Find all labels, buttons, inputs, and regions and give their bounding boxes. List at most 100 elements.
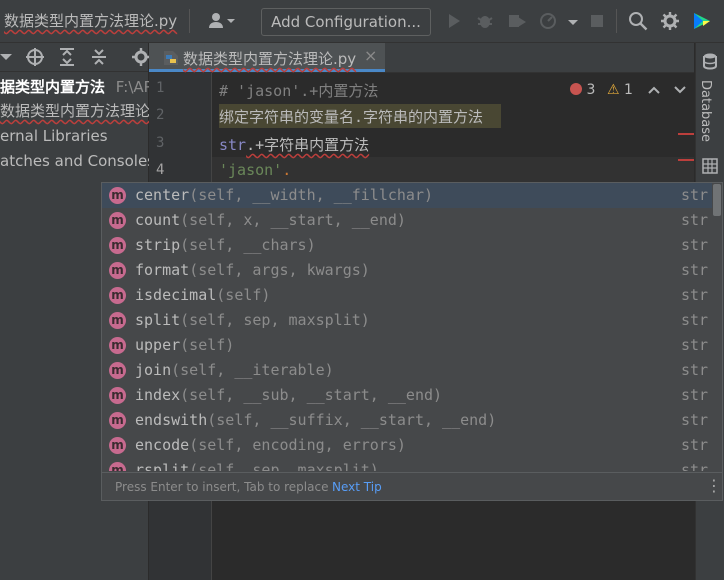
run-icon[interactable] — [443, 10, 465, 32]
sciview-icon[interactable] — [702, 158, 718, 178]
database-icon[interactable] — [702, 52, 718, 74]
method-name: center — [135, 186, 190, 204]
builtin-name: str — [219, 136, 247, 154]
error-stripe-marker[interactable] — [678, 159, 694, 161]
python-file-icon — [162, 49, 180, 71]
method-name: upper — [135, 336, 181, 354]
method-params: (self, __chars) — [180, 236, 316, 254]
completion-item-label: index(self, __sub, __start, __end) — [135, 386, 442, 404]
profile-icon[interactable] — [538, 10, 560, 32]
settings-icon[interactable] — [659, 10, 681, 32]
user-icon[interactable] — [206, 10, 236, 32]
chevron-up-icon[interactable] — [647, 83, 661, 101]
method-icon: m — [109, 237, 126, 254]
completion-item[interactable]: m rsplit(self, sep, maxsplit) str — [102, 458, 712, 471]
completion-item[interactable]: m endswith(self, __suffix, __start, __end… — [102, 408, 712, 433]
completion-item[interactable]: m index(self, __sub, __start, __end) str — [102, 383, 712, 408]
jetbrains-icon[interactable] — [691, 10, 713, 32]
completion-item-type: str — [681, 186, 709, 204]
method-params: (self, __suffix, __start, __end) — [207, 411, 497, 429]
completion-item[interactable]: m upper(self) str — [102, 333, 712, 358]
chevron-down-icon[interactable] — [0, 50, 12, 68]
completion-item[interactable]: m isdecimal(self) str — [102, 283, 712, 308]
method-name: rsplit — [135, 461, 190, 471]
method-params: (self, x, __start, __end) — [180, 211, 406, 229]
method-icon: m — [109, 387, 126, 404]
completion-list: m center(self, __width, __fillchar) str m co… — [102, 183, 712, 471]
method-icon: m — [109, 187, 126, 204]
completion-item-type: str — [681, 361, 709, 379]
completion-item-label: rsplit(self, sep, maxsplit) — [135, 461, 379, 471]
completion-item[interactable]: m count(self, x, __start, __end) str — [102, 208, 712, 233]
completion-item-label: split(self, sep, maxsplit) — [135, 311, 370, 329]
tree-root-label: 据类型内置方法 — [0, 78, 106, 96]
method-icon: m — [109, 437, 126, 454]
file-title[interactable]: 数据类型内置方法理论.py — [4, 10, 177, 31]
completion-item-type: str — [681, 261, 709, 279]
method-params: (self, __iterable) — [171, 361, 334, 379]
stop-icon[interactable] — [586, 10, 608, 32]
method-name: encode — [135, 436, 190, 454]
tree-item-root[interactable]: 据类型内置方法 F:\APP — [0, 75, 162, 99]
warning-count[interactable]: ⚠ 1 — [607, 82, 633, 98]
next-tip-link[interactable]: Next Tip — [332, 480, 382, 494]
coverage-icon[interactable] — [506, 10, 528, 32]
tree-item-external-libraries[interactable]: ernal Libraries — [0, 124, 108, 148]
completion-item[interactable]: m format(self, args, kwargs) str — [102, 258, 712, 283]
method-params: (self, sep, maxsplit) — [180, 311, 370, 329]
completion-item[interactable]: m encode(self, encoding, errors) str — [102, 433, 712, 458]
database-tool-label[interactable]: Database — [698, 80, 713, 142]
method-icon: m — [109, 212, 126, 229]
code-line-1[interactable]: # 'jason'.+内置方法 — [219, 80, 378, 101]
code-line-2[interactable]: 绑定字符串的变量名.字符串的内置方法 — [219, 106, 483, 127]
completion-item[interactable]: m strip(self, __chars) str — [102, 233, 712, 258]
method-params: (self, __sub, __start, __end) — [180, 386, 443, 404]
collapse-all-icon[interactable] — [89, 47, 109, 71]
gear-icon[interactable] — [131, 47, 149, 71]
add-configuration-button[interactable]: Add Configuration... — [261, 8, 431, 36]
completion-item-label: strip(self, __chars) — [135, 236, 316, 254]
completion-item-label: endswith(self, __suffix, __start, __end) — [135, 411, 496, 429]
method-icon: m — [109, 337, 126, 354]
method-icon: m — [109, 312, 126, 329]
completion-scrollbar[interactable] — [713, 184, 721, 216]
completion-item[interactable]: m join(self, __iterable) str — [102, 358, 712, 383]
debug-icon[interactable] — [474, 10, 496, 32]
code-line-4[interactable]: 'jason'. — [219, 161, 291, 179]
completion-item[interactable]: m split(self, sep, maxsplit) str — [102, 308, 712, 333]
line-number: 3 — [156, 135, 165, 151]
locate-icon[interactable] — [25, 47, 45, 71]
expand-all-icon[interactable] — [57, 47, 77, 71]
completion-item-type: str — [681, 236, 709, 254]
chevron-down-icon[interactable] — [562, 10, 584, 32]
method-name: count — [135, 211, 181, 229]
method-icon: m — [109, 462, 126, 471]
toolbar-divider — [189, 9, 190, 33]
method-name: split — [135, 311, 181, 329]
tab-label: 数据类型内置方法理论.py — [183, 50, 357, 68]
method-icon: m — [109, 412, 126, 429]
error-count[interactable]: 3 — [570, 82, 595, 98]
completion-item[interactable]: m center(self, __width, __fillchar) str — [102, 183, 712, 208]
line-number: 1 — [156, 80, 165, 96]
completion-item-type: str — [681, 386, 709, 404]
close-icon[interactable]: × — [364, 46, 377, 65]
completion-item-type: str — [681, 211, 709, 229]
string-literal: 'jason' — [219, 161, 283, 179]
completion-item-label: format(self, args, kwargs) — [135, 261, 370, 279]
search-icon[interactable] — [627, 10, 649, 32]
chevron-down-icon[interactable] — [673, 83, 687, 101]
completion-item-label: encode(self, encoding, errors) — [135, 436, 406, 454]
code-line-3[interactable]: str.+字符串内置方法 — [219, 134, 369, 155]
error-stripe-marker[interactable] — [678, 133, 694, 135]
error-icon — [570, 83, 582, 95]
method-name: format — [135, 261, 190, 279]
completion-item-label: join(self, __iterable) — [135, 361, 334, 379]
line-number: 2 — [156, 107, 165, 123]
completion-item-label: center(self, __width, __fillchar) — [135, 186, 433, 204]
line-number: 4 — [156, 162, 165, 178]
tree-item-scratches[interactable]: atches and Consoles — [0, 149, 155, 173]
completion-hint: Press Enter to insert, Tab to replace — [115, 480, 329, 494]
more-options-icon[interactable]: ⋮ — [706, 476, 722, 495]
tree-item-file[interactable]: 数据类型内置方法理论 — [0, 99, 150, 123]
